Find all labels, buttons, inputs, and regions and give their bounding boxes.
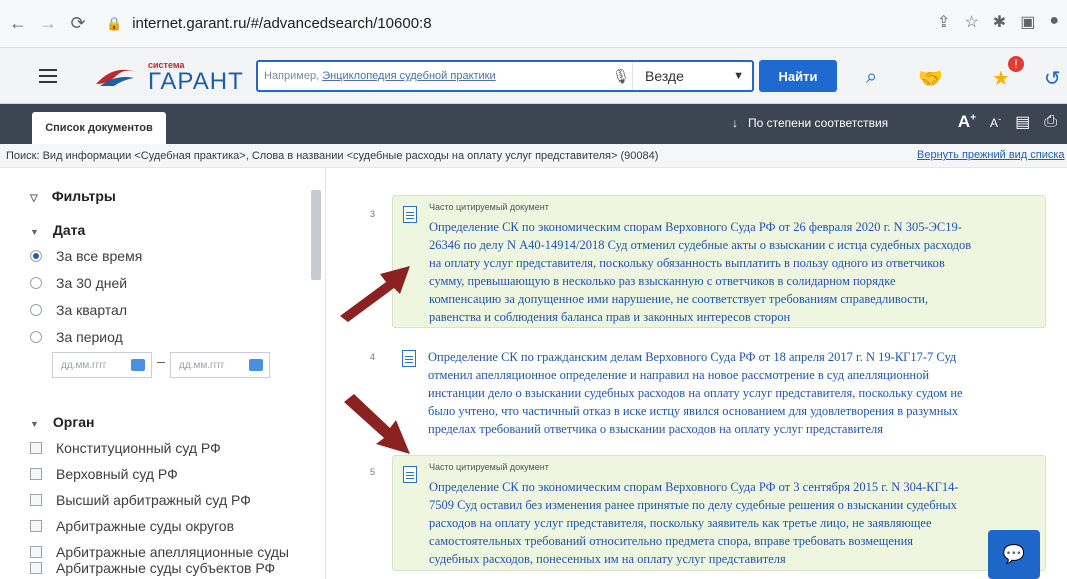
annotation-arrow-icon <box>340 266 410 322</box>
notification-badge: ! <box>1008 56 1024 72</box>
logo-mark-icon <box>96 69 136 86</box>
organ-option[interactable]: Высший арбитражный суд РФ <box>30 492 251 508</box>
annotation-arrow-icon <box>344 394 410 454</box>
star-icon[interactable]: ☆ <box>964 12 978 32</box>
filters-scrollbar[interactable] <box>311 190 321 280</box>
organ-option[interactable]: Арбитражные суды округов <box>30 518 234 534</box>
date-range-dash <box>157 362 165 363</box>
tab-document-list[interactable]: Список документов <box>32 112 166 144</box>
search-settings-icon[interactable]: ⌕ <box>866 66 877 89</box>
sort-selector[interactable]: ↓ По степени соответствия <box>732 116 888 130</box>
result-number: 3 <box>370 209 376 219</box>
organ-section-heading[interactable]: ▼ Орган <box>30 414 94 430</box>
reload-icon[interactable]: ⟳ <box>66 12 90 36</box>
chevron-down-icon: ▼ <box>733 70 744 82</box>
result-title-link[interactable]: Определение СК по гражданским делам Верх… <box>428 348 963 438</box>
radio-button <box>30 277 42 289</box>
restore-view-link[interactable]: Вернуть прежний вид списка <box>917 149 1065 161</box>
checkbox <box>30 494 42 506</box>
search-input[interactable]: Например, Энциклопедия судебной практики <box>258 70 610 82</box>
result-title-link[interactable]: Определение СК по экономическим спорам В… <box>429 218 971 326</box>
print-icon[interactable]: ⎙ <box>1044 113 1057 131</box>
search-query-summary: Поиск: Вид информации <Судебная практика… <box>0 144 1067 168</box>
date-to-field[interactable]: дд.мм.гггг <box>170 352 270 378</box>
organ-option[interactable]: Верховный суд РФ <box>30 466 178 482</box>
search-bar[interactable]: Например, Энциклопедия судебной практики… <box>256 60 754 92</box>
radio-button <box>30 250 42 262</box>
checkbox <box>30 546 42 558</box>
caret-down-icon: ▼ <box>30 227 39 237</box>
sort-label: По степени соответствия <box>748 116 889 130</box>
calendar-icon <box>249 359 263 371</box>
date-option-period[interactable]: За период <box>30 329 123 345</box>
result-card[interactable]: Определение СК по гражданским делам Верх… <box>392 340 1046 436</box>
date-option-quarter[interactable]: За квартал <box>30 302 127 318</box>
frequently-cited-label: Часто цитируемый документ <box>429 462 549 472</box>
forward-icon[interactable]: → <box>36 12 60 36</box>
filters-heading[interactable]: ▽ Фильтры <box>30 188 116 204</box>
organ-option[interactable]: Конституционный суд РФ <box>30 440 221 456</box>
url-text: internet.garant.ru/#/advancedsearch/1060… <box>132 15 432 32</box>
scope-value: Везде <box>645 68 684 84</box>
checkbox <box>30 468 42 480</box>
frequently-cited-label: Часто цитируемый документ <box>429 202 549 212</box>
document-icon <box>403 206 417 223</box>
address-bar[interactable]: 🔒 internet.garant.ru/#/advancedsearch/10… <box>106 9 986 39</box>
microphone-icon[interactable]: 🎙 <box>610 68 632 85</box>
chat-support-button[interactable]: 💬 <box>988 530 1040 579</box>
calendar-icon <box>131 359 145 371</box>
date-option-30days[interactable]: За 30 дней <box>30 275 127 291</box>
collapse-icon: ▽ <box>30 193 38 204</box>
date-section-heading[interactable]: ▼ Дата <box>30 222 85 238</box>
find-button[interactable]: Найти <box>759 60 837 92</box>
save-icon[interactable]: ▤ <box>1015 112 1030 132</box>
checkbox <box>30 562 42 574</box>
font-increase-button[interactable]: A+ <box>958 112 976 132</box>
document-icon <box>403 466 417 483</box>
result-card[interactable]: Часто цитируемый документ Определение СК… <box>392 455 1046 571</box>
radio-button <box>30 304 42 316</box>
result-card[interactable]: Часто цитируемый документ Определение СК… <box>392 195 1046 328</box>
search-example-link[interactable]: Энциклопедия судебной практики <box>322 70 495 82</box>
scope-select[interactable]: Везде ▼ <box>632 62 752 90</box>
result-number: 4 <box>370 352 376 362</box>
checkbox <box>30 442 42 454</box>
date-option-all[interactable]: За все время <box>30 248 142 264</box>
share-icon[interactable]: ⇪ <box>937 12 950 32</box>
organ-option[interactable]: Арбитражные апелляционные суды <box>30 544 289 560</box>
handshake-icon[interactable]: 🤝 <box>918 66 943 91</box>
garant-logo[interactable]: система ГАРАНТ <box>94 56 244 96</box>
document-icon <box>402 350 416 367</box>
extensions-icon[interactable]: ✱ <box>993 12 1006 32</box>
organ-option[interactable]: Арбитражные суды субъектов РФ <box>30 560 275 576</box>
profile-icon[interactable]: ● <box>1049 12 1059 32</box>
favorites-star-icon[interactable]: ★ <box>992 66 1010 91</box>
result-title-link[interactable]: Определение СК по экономическим спорам В… <box>429 478 958 568</box>
date-from-field[interactable]: дд.мм.гггг <box>52 352 152 378</box>
logo-brand: ГАРАНТ <box>148 67 244 95</box>
menu-icon[interactable] <box>28 48 68 104</box>
caret-down-icon: ▼ <box>30 419 39 429</box>
back-icon[interactable]: ← <box>6 12 30 36</box>
checkbox <box>30 520 42 532</box>
font-decrease-button[interactable]: A- <box>990 114 1001 130</box>
browser-toolbar: ← → ⟳ 🔒 internet.garant.ru/#/advancedsea… <box>0 0 1067 48</box>
radio-button <box>30 331 42 343</box>
sidepanel-icon[interactable]: ▣ <box>1020 12 1035 32</box>
history-icon[interactable]: ↺ <box>1044 66 1061 91</box>
result-number: 5 <box>370 467 376 477</box>
lock-icon: 🔒 <box>106 15 123 31</box>
